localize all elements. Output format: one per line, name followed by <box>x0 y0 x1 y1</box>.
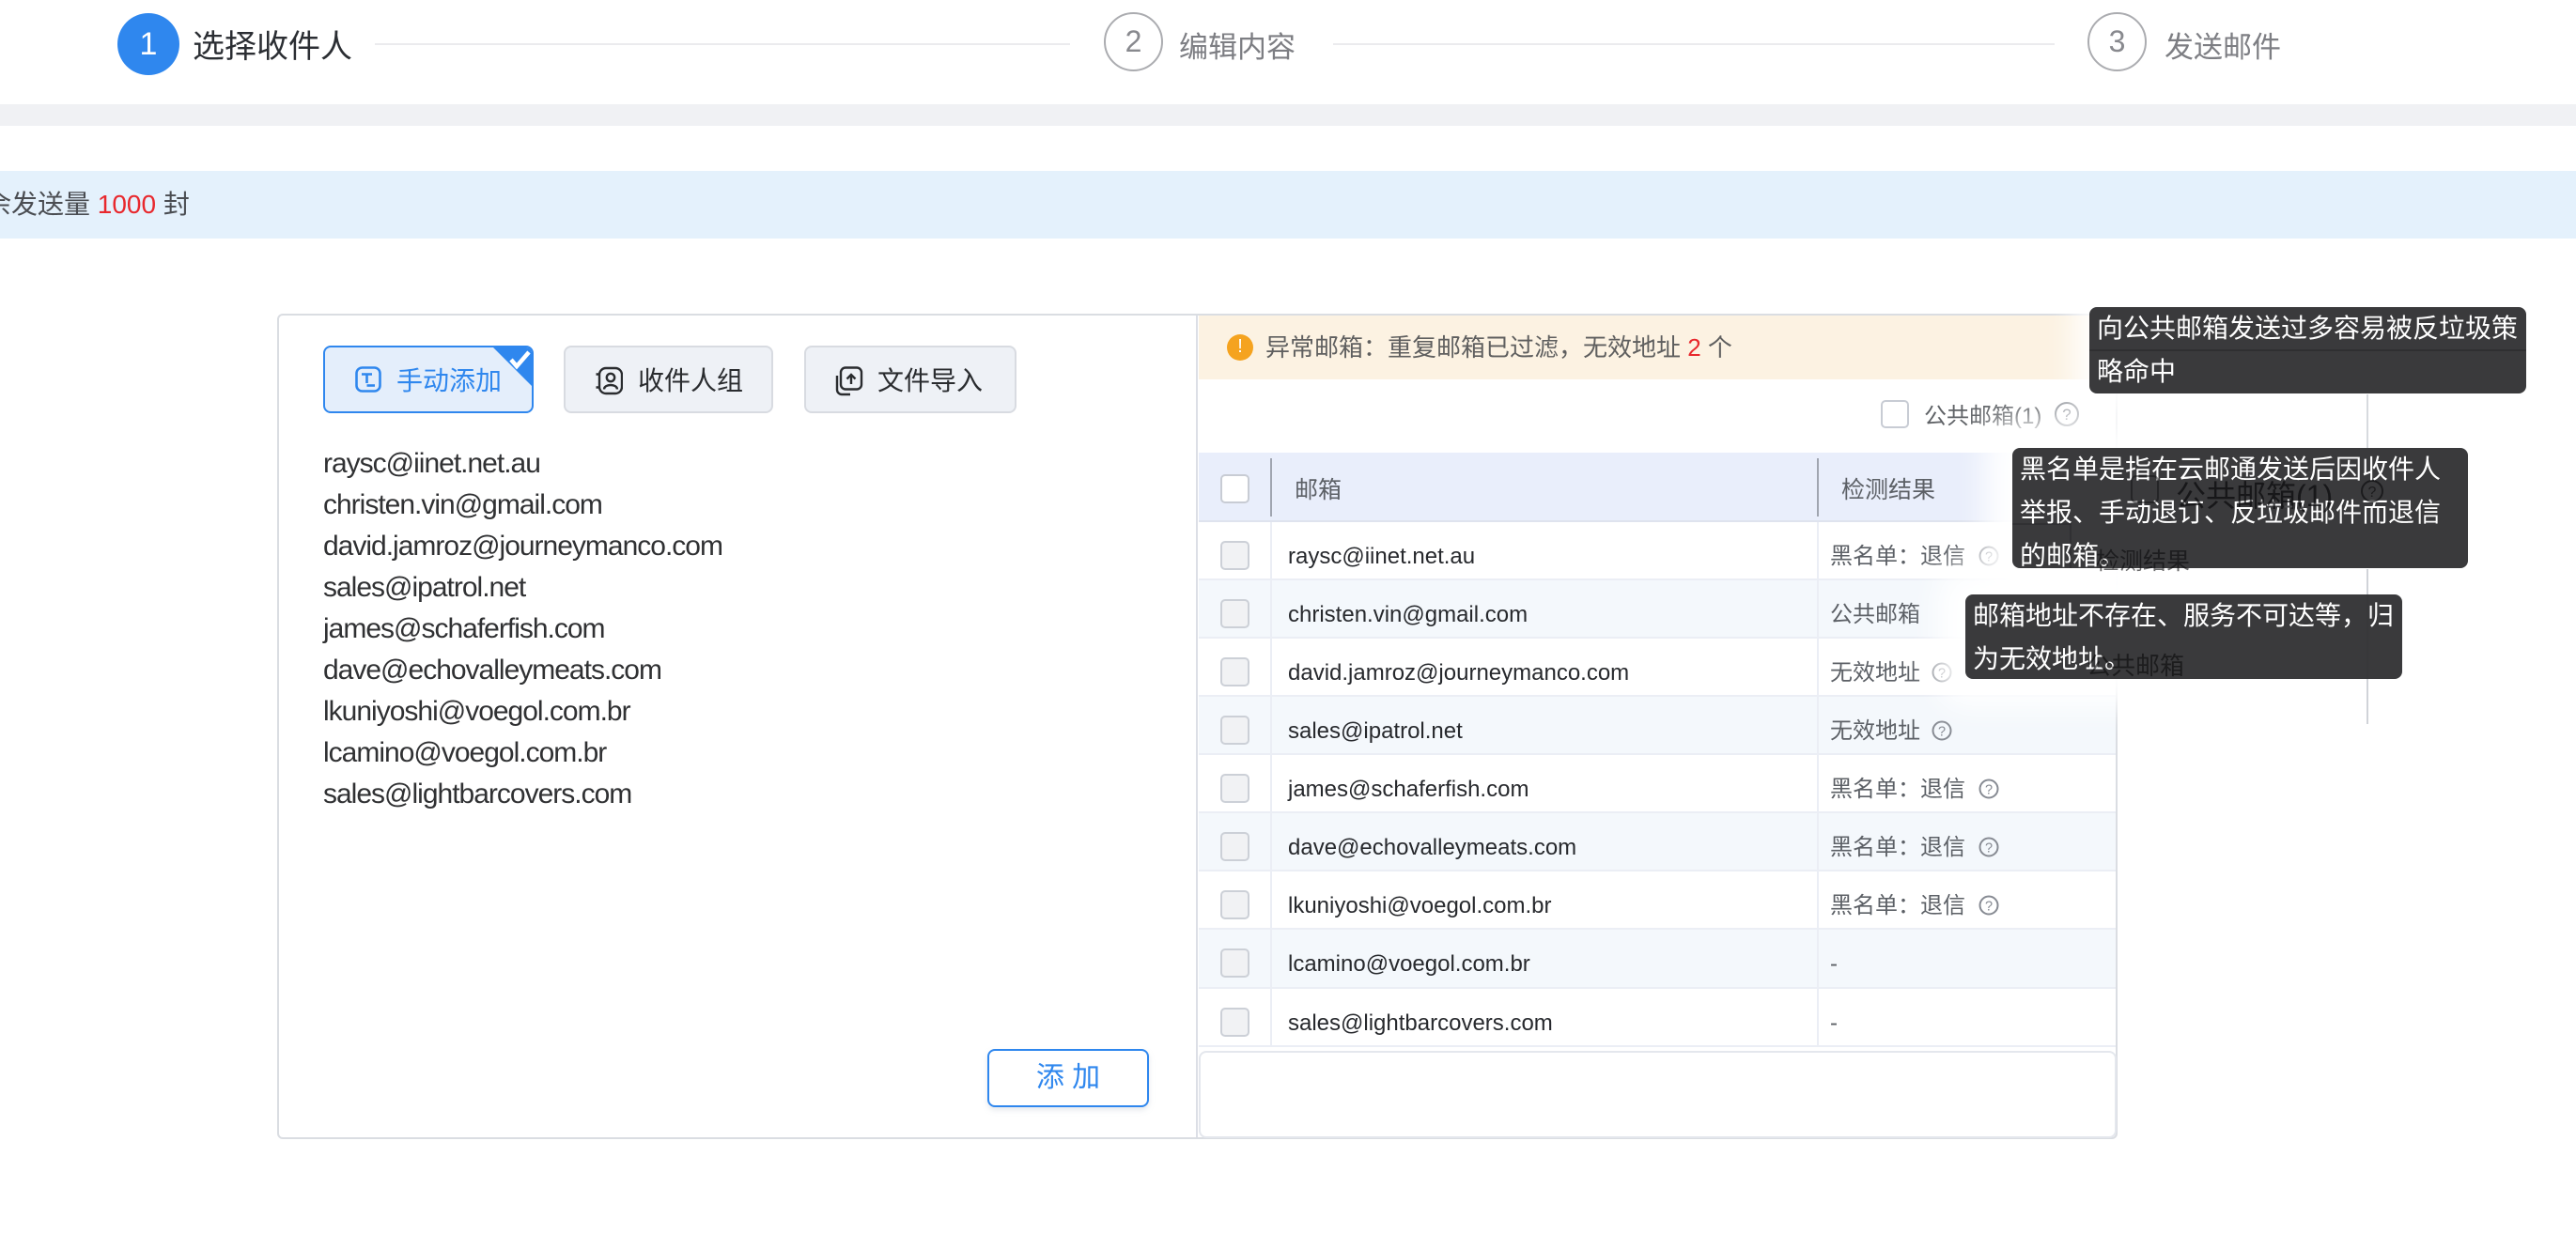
svg-text:?: ? <box>2368 485 2377 501</box>
svg-text:?: ? <box>1938 725 1946 740</box>
svg-text:?: ? <box>1985 783 1993 798</box>
svg-text:?: ? <box>1985 841 1993 856</box>
svg-text:?: ? <box>1985 900 1993 915</box>
